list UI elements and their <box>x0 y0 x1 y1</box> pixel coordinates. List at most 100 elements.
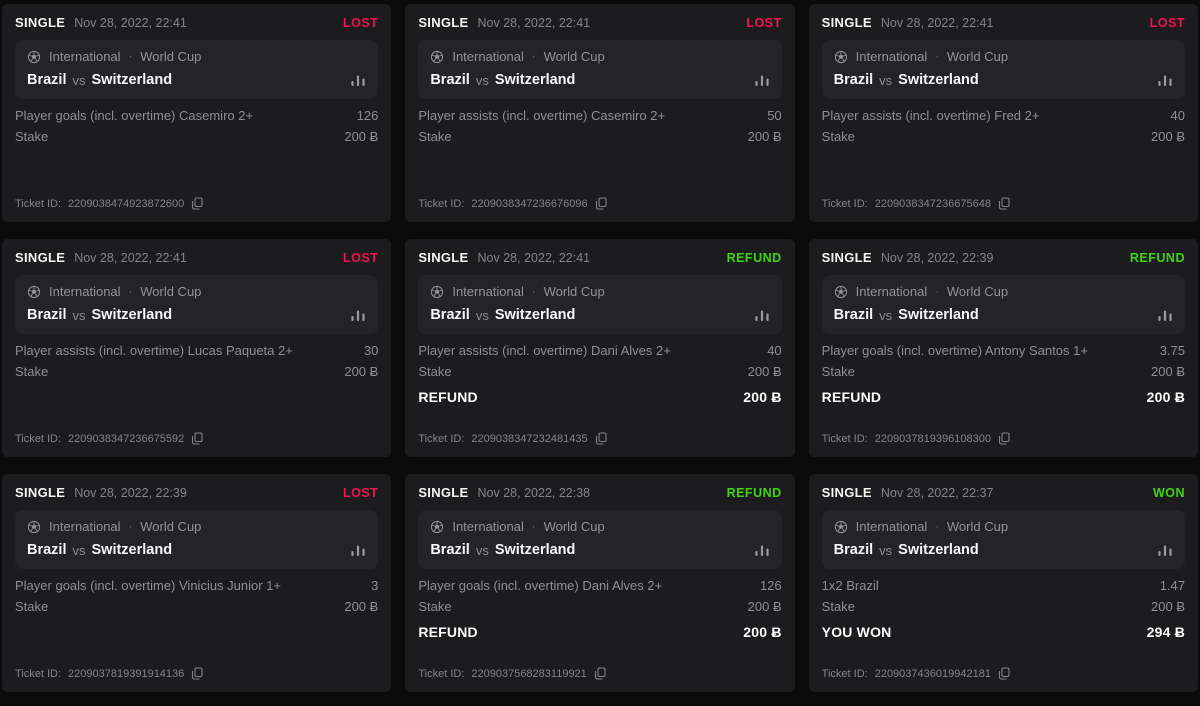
ticket-id-label: Ticket ID: <box>15 433 61 445</box>
bet-details: Player assists (incl. overtime) Lucas Pa… <box>15 344 378 380</box>
result-value: 294 Ƀ <box>1147 624 1185 640</box>
copy-icon[interactable] <box>595 197 607 210</box>
bet-card[interactable]: SINGLE Nov 28, 2022, 22:41 LOST Internat… <box>2 4 391 222</box>
bet-card[interactable]: SINGLE Nov 28, 2022, 22:41 REFUND Intern… <box>405 239 794 457</box>
bet-card[interactable]: SINGLE Nov 28, 2022, 22:39 REFUND Intern… <box>809 239 1198 457</box>
bet-selection-row: Player goals (incl. overtime) Casemiro 2… <box>15 109 378 124</box>
league-separator: · <box>129 521 133 533</box>
match-stats-icon[interactable] <box>1157 544 1173 557</box>
match-box[interactable]: International · World Cup Brazil vs Swit… <box>15 275 378 334</box>
league-separator: · <box>532 521 536 533</box>
copy-icon[interactable] <box>998 197 1010 210</box>
home-team: Brazil <box>430 307 470 323</box>
bet-type-label: SINGLE <box>15 485 65 500</box>
match-stats-icon[interactable] <box>1157 309 1173 322</box>
ticket-id-label: Ticket ID: <box>822 198 868 210</box>
league-region: International <box>856 49 928 64</box>
match-stats-icon[interactable] <box>350 544 366 557</box>
match-stats-icon[interactable] <box>754 74 770 87</box>
match-stats-icon[interactable] <box>350 74 366 87</box>
stake-label: Stake <box>15 130 48 145</box>
bet-selection-label: Player goals (incl. overtime) Dani Alves… <box>418 579 662 594</box>
soccer-ball-icon <box>430 520 444 534</box>
card-header: SINGLE Nov 28, 2022, 22:41 LOST <box>822 15 1185 30</box>
bet-card[interactable]: SINGLE Nov 28, 2022, 22:41 LOST Internat… <box>809 4 1198 222</box>
match-stats-icon[interactable] <box>754 309 770 322</box>
match-stats-icon[interactable] <box>754 544 770 557</box>
league-row: International · World Cup <box>834 49 1173 64</box>
vs-label: vs <box>879 543 892 558</box>
match-box[interactable]: International · World Cup Brazil vs Swit… <box>822 275 1185 334</box>
bet-timestamp: Nov 28, 2022, 22:41 <box>478 16 591 30</box>
copy-icon[interactable] <box>594 667 606 680</box>
home-team: Brazil <box>834 307 874 323</box>
stake-value: 200 Ƀ <box>1151 365 1185 380</box>
match-box[interactable]: International · World Cup Brazil vs Swit… <box>15 40 378 99</box>
league-name: World Cup <box>947 49 1008 64</box>
vs-label: vs <box>73 543 86 558</box>
copy-icon[interactable] <box>191 197 203 210</box>
teams-row: Brazil vs Switzerland <box>430 72 769 88</box>
copy-icon[interactable] <box>998 432 1010 445</box>
bet-timestamp: Nov 28, 2022, 22:41 <box>74 16 187 30</box>
bet-selection-row: Player assists (incl. overtime) Casemiro… <box>418 109 781 124</box>
match-box[interactable]: International · World Cup Brazil vs Swit… <box>418 510 781 569</box>
bet-history-grid: SINGLE Nov 28, 2022, 22:41 LOST Internat… <box>0 0 1200 706</box>
ticket-id-value: 2209037436019942181 <box>875 668 991 680</box>
home-team: Brazil <box>430 72 470 88</box>
copy-icon[interactable] <box>191 667 203 680</box>
card-header: SINGLE Nov 28, 2022, 22:38 REFUND <box>418 485 781 500</box>
bet-type-label: SINGLE <box>822 15 872 30</box>
league-name: World Cup <box>140 519 201 534</box>
soccer-ball-icon <box>834 285 848 299</box>
stake-row: Stake 200 Ƀ <box>15 365 378 380</box>
bet-timestamp: Nov 28, 2022, 22:39 <box>74 486 187 500</box>
league-separator: · <box>935 521 939 533</box>
bet-odds-value: 126 <box>357 109 379 124</box>
status-badge: REFUND <box>1130 251 1185 265</box>
match-stats-icon[interactable] <box>350 309 366 322</box>
match-box[interactable]: International · World Cup Brazil vs Swit… <box>418 40 781 99</box>
teams-row: Brazil vs Switzerland <box>834 307 1173 323</box>
bet-card[interactable]: SINGLE Nov 28, 2022, 22:38 REFUND Intern… <box>405 474 794 692</box>
bet-card[interactable]: SINGLE Nov 28, 2022, 22:41 LOST Internat… <box>405 4 794 222</box>
result-row: REFUND 200 Ƀ <box>822 389 1185 405</box>
stake-row: Stake 200 Ƀ <box>15 600 378 615</box>
league-separator: · <box>129 51 133 63</box>
card-header: SINGLE Nov 28, 2022, 22:41 REFUND <box>418 250 781 265</box>
ticket-id-label: Ticket ID: <box>822 668 868 680</box>
match-stats-icon[interactable] <box>1157 74 1173 87</box>
bet-odds-value: 40 <box>1171 109 1185 124</box>
soccer-ball-icon <box>834 50 848 64</box>
copy-icon[interactable] <box>998 667 1010 680</box>
bet-selection-label: Player goals (incl. overtime) Vinicius J… <box>15 579 281 594</box>
bet-odds-value: 50 <box>767 109 781 124</box>
bet-card[interactable]: SINGLE Nov 28, 2022, 22:37 WON Internati… <box>809 474 1198 692</box>
home-team: Brazil <box>27 542 67 558</box>
match-box[interactable]: International · World Cup Brazil vs Swit… <box>822 40 1185 99</box>
vs-label: vs <box>476 73 489 88</box>
league-name: World Cup <box>544 519 605 534</box>
soccer-ball-icon <box>27 285 41 299</box>
match-box[interactable]: International · World Cup Brazil vs Swit… <box>15 510 378 569</box>
stake-row: Stake 200 Ƀ <box>418 600 781 615</box>
bet-card[interactable]: SINGLE Nov 28, 2022, 22:41 LOST Internat… <box>2 239 391 457</box>
ticket-id-value: 2209038347232481435 <box>471 433 587 445</box>
teams-row: Brazil vs Switzerland <box>27 542 366 558</box>
match-box[interactable]: International · World Cup Brazil vs Swit… <box>822 510 1185 569</box>
copy-icon[interactable] <box>191 432 203 445</box>
ticket-id-label: Ticket ID: <box>418 433 464 445</box>
league-region: International <box>49 49 121 64</box>
result-value: 200 Ƀ <box>1147 389 1185 405</box>
ticket-row: Ticket ID: 2209038347236676096 <box>418 197 781 210</box>
bet-timestamp: Nov 28, 2022, 22:41 <box>881 16 994 30</box>
match-box[interactable]: International · World Cup Brazil vs Swit… <box>418 275 781 334</box>
bet-type-label: SINGLE <box>418 15 468 30</box>
ticket-id-value: 2209037819396108300 <box>875 433 991 445</box>
stake-label: Stake <box>15 365 48 380</box>
stake-value: 200 Ƀ <box>344 130 378 145</box>
stake-label: Stake <box>822 130 855 145</box>
bet-odds-value: 3.75 <box>1160 344 1185 359</box>
copy-icon[interactable] <box>595 432 607 445</box>
bet-card[interactable]: SINGLE Nov 28, 2022, 22:39 LOST Internat… <box>2 474 391 692</box>
